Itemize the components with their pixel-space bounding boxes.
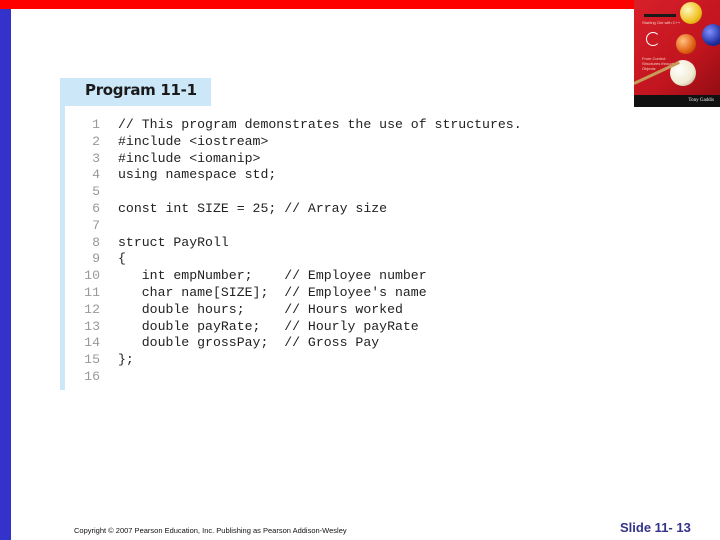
line-number: 15 (84, 352, 100, 368)
line-number: 13 (84, 318, 100, 334)
code-text: double grossPay; // Gross Pay (118, 335, 380, 351)
code-line: 13 double payRate; // Hourly payRate (70, 319, 522, 336)
billiard-ball-yellow (680, 2, 702, 24)
code-line: 9{ (70, 251, 522, 268)
line-number: 14 (84, 335, 100, 351)
cover-edition-strip (644, 14, 676, 17)
code-line: 1 // This program demonstrates the use of… (70, 117, 522, 134)
code-text: using namespace std; (118, 167, 277, 183)
billiard-ball-orange (676, 34, 696, 54)
line-number: 7 (92, 217, 100, 233)
line-number: 5 (92, 184, 100, 200)
code-line: 15}; (70, 352, 522, 369)
code-text: char name[SIZE]; // Employee's name (118, 284, 427, 300)
cover-cpp-logo (646, 32, 660, 46)
code-line: 3 #include <iomanip> (70, 151, 522, 168)
left-accent-bar (0, 9, 11, 540)
code-text: double hours; // Hours worked (118, 301, 403, 317)
code-line: 10 int empNumber; // Employee number (70, 268, 522, 285)
code-line: 5 (70, 184, 522, 201)
line-number: 8 (92, 234, 100, 250)
code-text: #include <iostream> (118, 133, 269, 149)
code-line: 2 #include <iostream> (70, 134, 522, 151)
line-number: 12 (84, 301, 100, 317)
book-cover-image: Starting Out with C++ From Control Struc… (634, 0, 720, 107)
code-line: 14 double grossPay; // Gross Pay (70, 335, 522, 352)
code-line: 12 double hours; // Hours worked (70, 302, 522, 319)
code-line: 11 char name[SIZE]; // Employee's name (70, 285, 522, 302)
line-number: 11 (84, 284, 100, 300)
code-line: 6 const int SIZE = 25; // Array size (70, 201, 522, 218)
line-number: 3 (92, 150, 100, 166)
line-number: 10 (84, 268, 100, 284)
code-text: #include <iomanip> (118, 150, 261, 166)
code-line: 4 using namespace std; (70, 167, 522, 184)
cover-title: Starting Out with C++ (642, 20, 681, 25)
code-text: struct PayRoll (118, 234, 229, 250)
slide-number: Slide 11- 13 (620, 520, 691, 535)
code-text: int empNumber; // Employee number (118, 268, 427, 284)
billiard-ball-blue (702, 24, 720, 46)
line-number: 16 (84, 368, 100, 384)
code-text: { (118, 251, 126, 267)
copyright-notice: Copyright © 2007 Pearson Education, Inc.… (74, 526, 347, 535)
line-number: 6 (92, 200, 100, 216)
line-number: 4 (92, 167, 100, 183)
code-line: 7 (70, 218, 522, 235)
code-text: double payRate; // Hourly payRate (118, 318, 419, 334)
code-text: const int SIZE = 25; // Array size (118, 200, 388, 216)
cover-author: Tony Gaddis (634, 95, 720, 107)
line-number: 1 (92, 117, 100, 132)
code-line: 16 (70, 369, 522, 386)
code-text: // This program demonstrates the use of … (118, 117, 522, 132)
program-title: Program 11-1 (85, 81, 197, 99)
code-panel-border (60, 106, 65, 390)
code-listing: 1 // This program demonstrates the use of… (70, 117, 522, 386)
code-line: 8 struct PayRoll (70, 235, 522, 252)
line-number: 9 (92, 251, 100, 267)
line-number: 2 (92, 133, 100, 149)
code-text: }; (118, 352, 134, 368)
top-accent-bar (0, 0, 720, 9)
